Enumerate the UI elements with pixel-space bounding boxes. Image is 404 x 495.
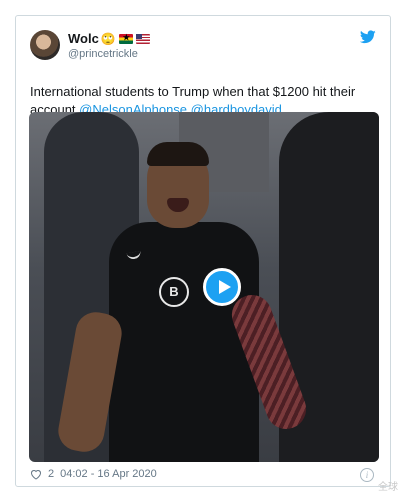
us-flag-icon (135, 33, 150, 44)
tweet-card: Wolc 🙄 @princetrickle International stud… (15, 15, 391, 487)
video-thumbnail[interactable]: B (29, 112, 379, 462)
eye-roll-emoji-icon: 🙄 (100, 31, 116, 46)
player-hair (147, 142, 209, 166)
play-icon[interactable] (203, 268, 241, 306)
display-name-text[interactable]: Wolc (68, 31, 99, 46)
twitter-bird-icon[interactable] (360, 30, 376, 44)
like-count: 2 (48, 468, 55, 480)
avatar[interactable] (30, 30, 60, 60)
ghana-flag-icon (118, 33, 133, 44)
watermark: 全球 (378, 482, 398, 493)
nets-logo-icon: B (159, 277, 189, 307)
display-name[interactable]: Wolc 🙄 (68, 31, 150, 46)
timestamp[interactable]: 04:02 - 16 Apr 2020 (60, 468, 157, 480)
info-icon[interactable]: i (360, 468, 374, 482)
handle[interactable]: @princetrickle (68, 48, 138, 60)
tweet-footer: 2 04:02 - 16 Apr 2020 (30, 468, 157, 480)
heart-icon[interactable] (30, 469, 42, 480)
